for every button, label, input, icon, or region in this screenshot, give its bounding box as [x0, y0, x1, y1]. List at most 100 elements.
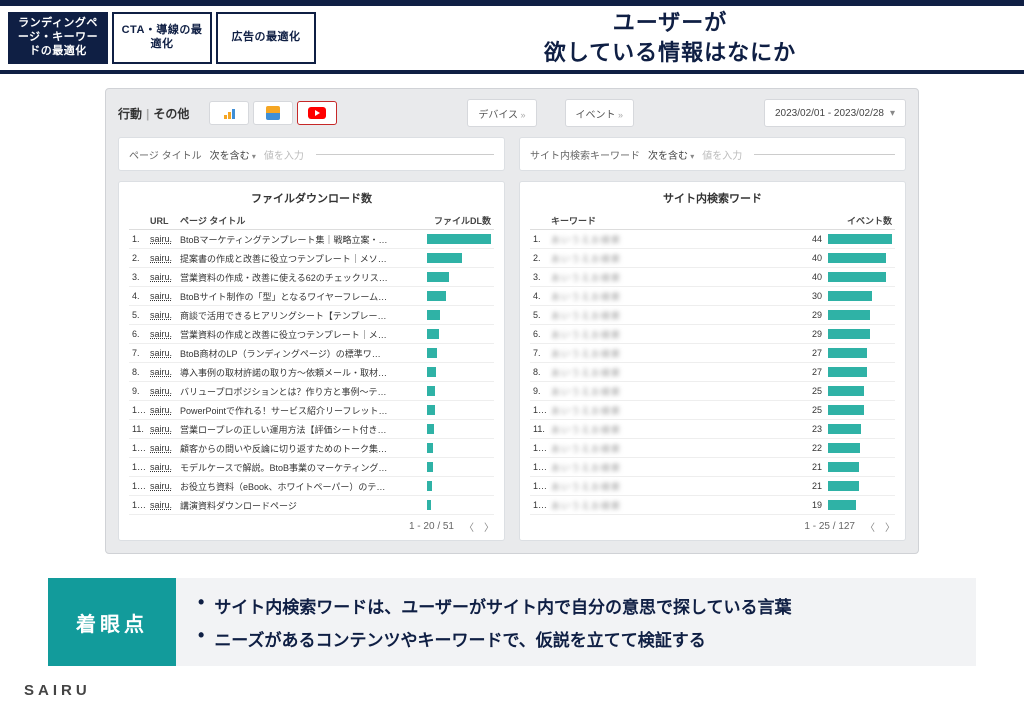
table-row[interactable]: 13.sairu.モデルケースで解説。BtoB事業のマーケティング… — [129, 458, 494, 477]
brand-logo: SAIRU — [24, 682, 91, 699]
analytics-dashboard: 行動|その他 デバイス イベント 2023/02/01 - 2023/02/28… — [105, 88, 919, 554]
keyword-cell: あいうえお検索 — [548, 401, 801, 420]
url-link[interactable]: sairu. — [147, 496, 177, 515]
category-tab[interactable]: ランディングページ・キーワードの最適化 — [8, 12, 108, 64]
url-link[interactable]: sairu. — [147, 401, 177, 420]
table-row[interactable]: 15.sairu.講演資料ダウンロードページ — [129, 496, 494, 515]
value-cell: 40 — [801, 249, 825, 268]
keyword-cell: あいうえお検索 — [548, 230, 801, 249]
page-title-cell: 営業ロープレの正しい運用方法【評価シート付き… — [177, 420, 424, 439]
table-row[interactable]: 12.あいうえお検索22 — [530, 439, 895, 458]
table-row[interactable]: 10.あいうえお検索25 — [530, 401, 895, 420]
table-row[interactable]: 11.sairu.営業ロープレの正しい運用方法【評価シート付き… — [129, 420, 494, 439]
page-title-cell: BtoBサイト制作の「型」となるワイヤーフレーム… — [177, 287, 424, 306]
url-link[interactable]: sairu. — [147, 363, 177, 382]
url-link[interactable]: sairu. — [147, 477, 177, 496]
url-link[interactable]: sairu. — [147, 268, 177, 287]
table-row[interactable]: 14.あいうえお検索21 — [530, 477, 895, 496]
url-link[interactable]: sairu. — [147, 420, 177, 439]
url-link[interactable]: sairu. — [147, 458, 177, 477]
value-cell: 21 — [801, 477, 825, 496]
next-page-icon[interactable]: 〉 — [885, 519, 895, 534]
table-row[interactable]: 6.sairu.営業資料の作成と改善に役立つテンプレート｜メ… — [129, 325, 494, 344]
device-selector[interactable]: デバイス — [467, 99, 536, 127]
url-link[interactable]: sairu. — [147, 439, 177, 458]
insight-callout: 着眼点 サイト内検索ワードは、ユーザーがサイト内で自分の意思で探している言葉ニー… — [48, 578, 976, 666]
youtube-source-icon[interactable] — [297, 101, 337, 125]
table-row[interactable]: 5.あいうえお検索29 — [530, 306, 895, 325]
search-table: キーワード イベント数 1.あいうえお検索442.あいうえお検索403.あいうえ… — [530, 212, 895, 515]
url-link[interactable]: sairu. — [147, 287, 177, 306]
category-tab[interactable]: CTA・導線の最適化 — [112, 12, 212, 64]
url-link[interactable]: sairu. — [147, 325, 177, 344]
value-cell: 29 — [801, 306, 825, 325]
table-row[interactable]: 12.sairu.顧客からの問いや反論に切り返すためのトーク集… — [129, 439, 494, 458]
table-row[interactable]: 6.あいうえお検索29 — [530, 325, 895, 344]
table-row[interactable]: 4.sairu.BtoBサイト制作の「型」となるワイヤーフレーム… — [129, 287, 494, 306]
download-table: URL ページ タイトル ファイルDL数 1.sairu.BtoBマーケティング… — [129, 212, 494, 515]
table-row[interactable]: 13.あいうえお検索21 — [530, 458, 895, 477]
callout-bullet: ニーズがあるコンテンツやキーワードで、仮説を立てて検証する — [198, 626, 954, 651]
table-row[interactable]: 7.あいうえお検索27 — [530, 344, 895, 363]
table-row[interactable]: 9.sairu.バリュープロポジションとは？作り方と事例～テ… — [129, 382, 494, 401]
table-row[interactable]: 7.sairu.BtoB商材のLP（ランディングページ）の標準ワ… — [129, 344, 494, 363]
category-tabs: ランディングページ・キーワードの最適化CTA・導線の最適化広告の最適化 — [0, 6, 316, 70]
page-title-cell: PowerPointで作れる！サービス紹介リーフレット… — [177, 401, 424, 420]
date-range-picker[interactable]: 2023/02/01 - 2023/02/28▾ — [764, 99, 906, 127]
page-title-cell: BtoBマーケティングテンプレート集｜戦略立案・… — [177, 230, 424, 249]
panel-file-downloads: ファイルダウンロード数 URL ページ タイトル ファイルDL数 1.sairu… — [118, 181, 505, 541]
table-row[interactable]: 8.sairu.導入事例の取材許諾の取り方～依頼メール・取材… — [129, 363, 494, 382]
category-tab[interactable]: 広告の最適化 — [216, 12, 316, 64]
table-row[interactable]: 8.あいうえお検索27 — [530, 363, 895, 382]
chart-type-bar-icon[interactable] — [209, 101, 249, 125]
keyword-cell: あいうえお検索 — [548, 363, 801, 382]
table-row[interactable]: 3.あいうえお検索40 — [530, 268, 895, 287]
panel-title: ファイルダウンロード数 — [129, 190, 494, 206]
table-row[interactable]: 1.あいうえお検索44 — [530, 230, 895, 249]
url-link[interactable]: sairu. — [147, 230, 177, 249]
table-row[interactable]: 2.あいうえお検索40 — [530, 249, 895, 268]
value-cell: 22 — [801, 439, 825, 458]
dashboard-breadcrumb: 行動|その他 — [118, 105, 189, 122]
table-row[interactable]: 10.sairu.PowerPointで作れる！サービス紹介リーフレット… — [129, 401, 494, 420]
table-row[interactable]: 11.あいうえお検索23 — [530, 420, 895, 439]
filter-page-title[interactable]: ページ タイトル 次を含む 値を入力 — [118, 137, 505, 171]
table-row[interactable]: 5.sairu.商談で活用できるヒアリングシート【テンプレー… — [129, 306, 494, 325]
table-row[interactable]: 3.sairu.営業資料の作成・改善に使える62のチェックリス… — [129, 268, 494, 287]
value-cell: 30 — [801, 287, 825, 306]
col-metric[interactable]: ファイルDL数 — [424, 212, 494, 230]
value-cell: 19 — [801, 496, 825, 515]
prev-page-icon[interactable]: 〈 — [464, 519, 474, 534]
col-keyword[interactable]: キーワード — [548, 212, 801, 230]
table-row[interactable]: 4.あいうえお検索30 — [530, 287, 895, 306]
filter-search-keyword[interactable]: サイト内検索キーワード 次を含む 値を入力 — [519, 137, 906, 171]
url-link[interactable]: sairu. — [147, 306, 177, 325]
table-row[interactable]: 1.sairu.BtoBマーケティングテンプレート集｜戦略立案・… — [129, 230, 494, 249]
url-link[interactable]: sairu. — [147, 344, 177, 363]
url-link[interactable]: sairu. — [147, 382, 177, 401]
keyword-cell: あいうえお検索 — [548, 458, 801, 477]
callout-tag: 着眼点 — [48, 578, 176, 666]
next-page-icon[interactable]: 〉 — [484, 519, 494, 534]
callout-bullet: サイト内検索ワードは、ユーザーがサイト内で自分の意思で探している言葉 — [198, 593, 954, 618]
prev-page-icon[interactable]: 〈 — [865, 519, 875, 534]
event-selector[interactable]: イベント — [565, 99, 635, 127]
col-metric[interactable]: イベント数 — [801, 212, 895, 230]
page-title-cell: 導入事例の取材許諾の取り方～依頼メール・取材… — [177, 363, 424, 382]
page-title-cell: 営業資料の作成と改善に役立つテンプレート｜メ… — [177, 325, 424, 344]
table-row[interactable]: 14.sairu.お役立ち資料（eBook、ホワイトペーパー）のテ… — [129, 477, 494, 496]
page-title-cell: 顧客からの問いや反論に切り返すためのトーク集… — [177, 439, 424, 458]
url-link[interactable]: sairu. — [147, 249, 177, 268]
col-title[interactable]: ページ タイトル — [177, 212, 424, 230]
keyword-cell: あいうえお検索 — [548, 420, 801, 439]
table-row[interactable]: 9.あいうえお検索25 — [530, 382, 895, 401]
value-cell: 25 — [801, 382, 825, 401]
table-row[interactable]: 2.sairu.提案書の作成と改善に役立つテンプレート｜メソ… — [129, 249, 494, 268]
analytics-source-icon[interactable] — [253, 101, 293, 125]
table-row[interactable]: 15.あいうえお検索19 — [530, 496, 895, 515]
page-header: ランディングページ・キーワードの最適化CTA・導線の最適化広告の最適化 ユーザー… — [0, 6, 1024, 74]
keyword-cell: あいうえお検索 — [548, 249, 801, 268]
value-cell: 25 — [801, 401, 825, 420]
keyword-cell: あいうえお検索 — [548, 306, 801, 325]
col-url[interactable]: URL — [147, 212, 177, 230]
